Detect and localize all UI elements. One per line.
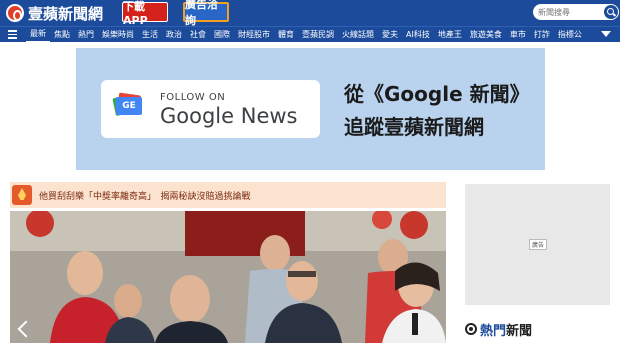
logo-text: 壹蘋新聞網 [28, 4, 104, 23]
top-header: 壹蘋新聞網 下載APP 廣告洽詢 [0, 0, 620, 27]
banner-line-1: 從《Google 新聞》 [344, 82, 530, 106]
nav-item-ai-tech[interactable]: AI科技 [402, 27, 434, 43]
nav-item-life[interactable]: 生活 [138, 27, 162, 43]
sidebar-ad-slot[interactable]: 廣告 [465, 184, 610, 305]
nav-item-hot-topics[interactable]: 火線話題 [338, 27, 378, 43]
nav-item-society[interactable]: 社會 [186, 27, 210, 43]
google-news-banner[interactable]: GE FOLLOW ON Google News 從《Google 新聞》 追蹤… [76, 48, 545, 170]
prev-slide-icon[interactable] [18, 319, 30, 339]
search-icon[interactable] [604, 5, 618, 19]
hot-news-label-b: 新聞 [506, 323, 533, 339]
hot-news-icon [465, 323, 477, 335]
featured-news-photo[interactable] [10, 211, 446, 343]
google-news-card: GE FOLLOW ON Google News [101, 80, 320, 138]
nav-item-poll[interactable]: 壹蘋民調 [298, 27, 338, 43]
search-input[interactable] [538, 7, 598, 17]
hamburger-menu-icon[interactable] [4, 27, 20, 43]
nav-item-hot[interactable]: 熱門 [74, 27, 98, 43]
photo-scene [10, 211, 446, 343]
nav-item-entertainment[interactable]: 娛樂時尚 [98, 27, 138, 43]
ad-inquiry-button[interactable]: 廣告洽詢 [183, 0, 229, 27]
nav-item-latest[interactable]: 最新 [26, 27, 50, 43]
hot-news-heading: 熱門 新聞 [465, 318, 532, 340]
nav-item-anti-fraud[interactable]: 打詐 [530, 27, 554, 43]
headline-text[interactable]: 他買刮刮樂「中獎率離奇高」 揭兩秘訣沒賠過挑論戰 [39, 189, 251, 202]
ad-tag: 廣告 [529, 239, 547, 250]
nav-item-aifu[interactable]: 愛夫 [378, 27, 402, 43]
hot-news-label-a: 熱門 [480, 323, 507, 339]
download-app-button[interactable]: 下載APP [122, 0, 168, 27]
nav-item-cars[interactable]: 車市 [506, 27, 530, 43]
nav-item-index[interactable]: 指標公 [554, 27, 586, 43]
search-box [533, 4, 619, 20]
site-logo[interactable]: 壹蘋新聞網 [6, 3, 103, 23]
nav-item-focus[interactable]: 焦點 [50, 27, 74, 43]
google-news-label: Google News [160, 104, 298, 128]
nav-item-politics[interactable]: 政治 [162, 27, 186, 43]
nav-item-finance[interactable]: 財經股市 [234, 27, 274, 43]
banner-line-2: 追蹤壹蘋新聞網 [344, 115, 484, 139]
nav-item-international[interactable]: 國際 [210, 27, 234, 43]
category-nav: 最新 焦點 熱門 娛樂時尚 生活 政治 社會 國際 財經股市 體育 壹蘋民調 火… [0, 26, 620, 43]
chevron-down-icon[interactable] [601, 31, 611, 37]
nav-items: 最新 焦點 熱門 娛樂時尚 生活 政治 社會 國際 財經股市 體育 壹蘋民調 火… [26, 27, 586, 43]
nav-item-travel-food[interactable]: 旅遊美食 [466, 27, 506, 43]
headline-ticker[interactable]: 他買刮刮樂「中獎率離奇高」 揭兩秘訣沒賠過挑論戰 [10, 182, 446, 208]
fire-icon [12, 185, 32, 205]
nav-item-sports[interactable]: 體育 [274, 27, 298, 43]
nav-item-real-estate[interactable]: 地產王 [434, 27, 466, 43]
google-news-icon: GE [112, 92, 144, 117]
follow-on-label: FOLLOW ON [160, 92, 226, 103]
apple-logo-icon [6, 4, 24, 22]
